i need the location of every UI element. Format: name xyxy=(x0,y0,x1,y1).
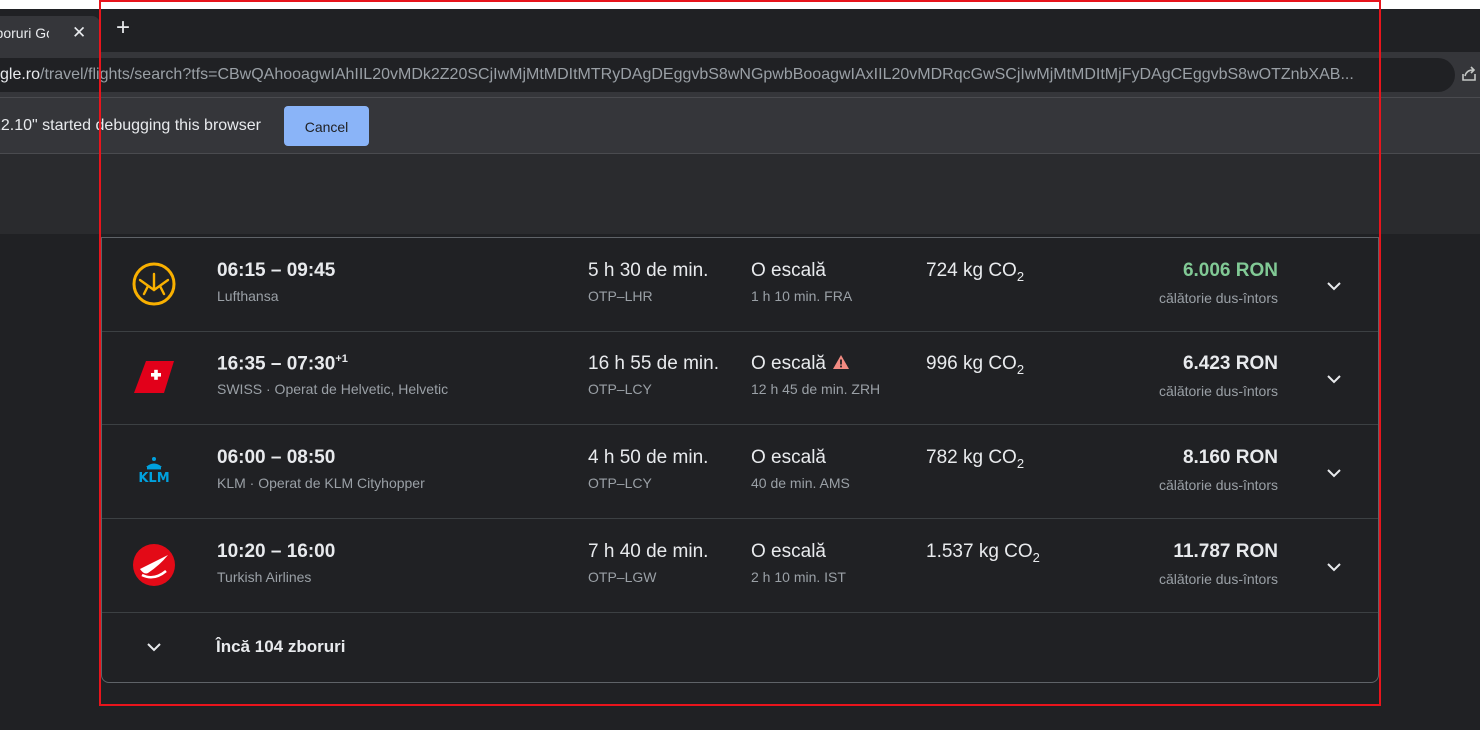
day-offset: +1 xyxy=(335,353,348,365)
co2-subscript: 2 xyxy=(1032,549,1040,565)
flight-row[interactable]: 16:35 – 07:30+1 SWISS · Operat de Helvet… xyxy=(102,331,1378,425)
flight-results-list: 06:15 – 09:45 Lufthansa 5 h 30 de min. O… xyxy=(101,237,1379,683)
co2-emissions: 1.537 kg CO2 xyxy=(926,541,1040,565)
search-header-area xyxy=(0,154,1480,234)
time-range: 06:00 – 08:50 xyxy=(217,447,336,468)
time-range: 10:20 – 16:00 xyxy=(217,541,336,562)
stops-count: O escală xyxy=(751,260,826,281)
flight-row[interactable]: KLM 06:00 – 08:50 KLM · Operat de KLM Ci… xyxy=(102,425,1378,519)
airline-name: Lufthansa xyxy=(217,288,279,304)
co2-subscript: 2 xyxy=(1016,361,1025,377)
new-tab-button[interactable]: + xyxy=(116,16,130,40)
co2-value: 996 kg CO xyxy=(926,353,1017,374)
co2-emissions: 782 kg CO2 xyxy=(926,447,1024,471)
flight-route: OTP–LCY xyxy=(588,381,652,397)
flight-route: OTP–LHR xyxy=(588,288,653,304)
stops-label: O escală xyxy=(751,353,826,374)
debugging-infobar: 22.10" started debugging this browser Ca… xyxy=(0,97,1480,154)
flight-times: 06:15 – 09:45 xyxy=(217,260,335,282)
time-range: 06:15 – 09:45 xyxy=(217,260,336,281)
flight-times: 16:35 – 07:30+1 xyxy=(217,353,348,375)
co2-emissions: 724 kg CO2 xyxy=(926,260,1024,284)
url-host: gle.ro xyxy=(0,66,41,83)
flight-price: 11.787 RON xyxy=(1173,541,1278,562)
flight-price: 6.006 RON xyxy=(1182,260,1278,281)
airline-name: SWISS · Operat de Helvetic, Helvetic xyxy=(217,381,449,397)
address-bar[interactable]: gle.ro/travel/flights/search?tfs=CBwQAho… xyxy=(0,58,1455,92)
url-text: gle.ro/travel/flights/search?tfs=CBwQAho… xyxy=(0,66,1354,84)
window-top-strip xyxy=(0,0,1480,9)
flight-duration: 4 h 50 de min. xyxy=(588,447,709,468)
tab-bar: Zboruri Google ✕ + xyxy=(0,9,1480,52)
stops-count: O escală xyxy=(751,541,826,562)
flight-price: 8.160 RON xyxy=(1182,447,1278,468)
co2-subscript: 2 xyxy=(1016,268,1025,284)
more-flights-label: Încă 104 zboruri xyxy=(216,637,346,656)
co2-value: 724 kg CO xyxy=(926,260,1017,281)
warning-icon xyxy=(832,355,849,369)
close-icon[interactable]: ✕ xyxy=(72,23,86,43)
trip-type: călătorie dus-întors xyxy=(1158,383,1278,399)
tab-title: Zboruri Google xyxy=(0,25,49,41)
airline-name: Turkish Airlines xyxy=(217,569,312,585)
layover-info: 12 h 45 de min. ZRH xyxy=(751,381,881,397)
share-icon[interactable] xyxy=(1460,65,1478,83)
stops-count: O escală xyxy=(751,353,850,375)
time-range: 16:35 – 07:30 xyxy=(217,353,336,375)
airline-name: KLM · Operat de KLM Cityhopper xyxy=(217,475,425,491)
chevron-down-icon xyxy=(147,643,161,652)
flight-route: OTP–LCY xyxy=(588,475,652,491)
flight-price: 6.423 RON xyxy=(1182,353,1278,374)
co2-value: 782 kg CO xyxy=(926,447,1017,468)
page-content: 06:15 – 09:45 Lufthansa 5 h 30 de min. O… xyxy=(0,154,1480,730)
chevron-down-icon[interactable] xyxy=(1322,274,1346,298)
swiss-logo xyxy=(134,361,174,393)
flight-times: 06:00 – 08:50 xyxy=(217,447,335,469)
lufthansa-logo xyxy=(132,262,176,306)
layover-info: 1 h 10 min. FRA xyxy=(751,288,853,304)
turkish-airlines-logo xyxy=(133,544,175,586)
flight-duration: 5 h 30 de min. xyxy=(588,260,709,281)
cancel-button[interactable]: Cancel xyxy=(284,106,369,146)
flight-route: OTP–LGW xyxy=(588,569,657,585)
stops-count: O escală xyxy=(751,447,826,468)
chevron-down-icon[interactable] xyxy=(1322,367,1346,391)
layover-info: 40 de min. AMS xyxy=(751,475,850,491)
co2-subscript: 2 xyxy=(1016,455,1025,471)
flight-row[interactable]: 10:20 – 16:00 Turkish Airlines 7 h 40 de… xyxy=(102,519,1378,613)
browser-tab[interactable]: Zboruri Google ✕ xyxy=(0,16,100,52)
browser-toolbar: gle.ro/travel/flights/search?tfs=CBwQAho… xyxy=(0,52,1480,97)
flight-duration: 16 h 55 de min. xyxy=(588,353,719,374)
flight-times: 10:20 – 16:00 xyxy=(217,541,335,563)
svg-text:KLM: KLM xyxy=(138,471,169,486)
more-flights-button[interactable]: Încă 104 zboruri xyxy=(102,613,1378,681)
trip-type: călătorie dus-întors xyxy=(1158,290,1278,306)
co2-emissions: 996 kg CO2 xyxy=(926,353,1024,377)
flight-duration: 7 h 40 de min. xyxy=(588,541,709,562)
flight-row[interactable]: 06:15 – 09:45 Lufthansa 5 h 30 de min. O… xyxy=(102,238,1378,332)
url-path: /travel/flights/search?tfs=CBwQAhooagwIA… xyxy=(40,66,1354,83)
layover-info: 2 h 10 min. IST xyxy=(751,569,846,585)
chevron-down-icon[interactable] xyxy=(1322,555,1346,579)
infobar-message: 22.10" started debugging this browser xyxy=(0,117,261,134)
chevron-down-icon[interactable] xyxy=(1322,461,1346,485)
co2-value: 1.537 kg CO xyxy=(926,541,1033,562)
klm-logo: KLM xyxy=(138,457,170,486)
trip-type: călătorie dus-întors xyxy=(1158,571,1278,587)
trip-type: călătorie dus-întors xyxy=(1158,477,1278,493)
